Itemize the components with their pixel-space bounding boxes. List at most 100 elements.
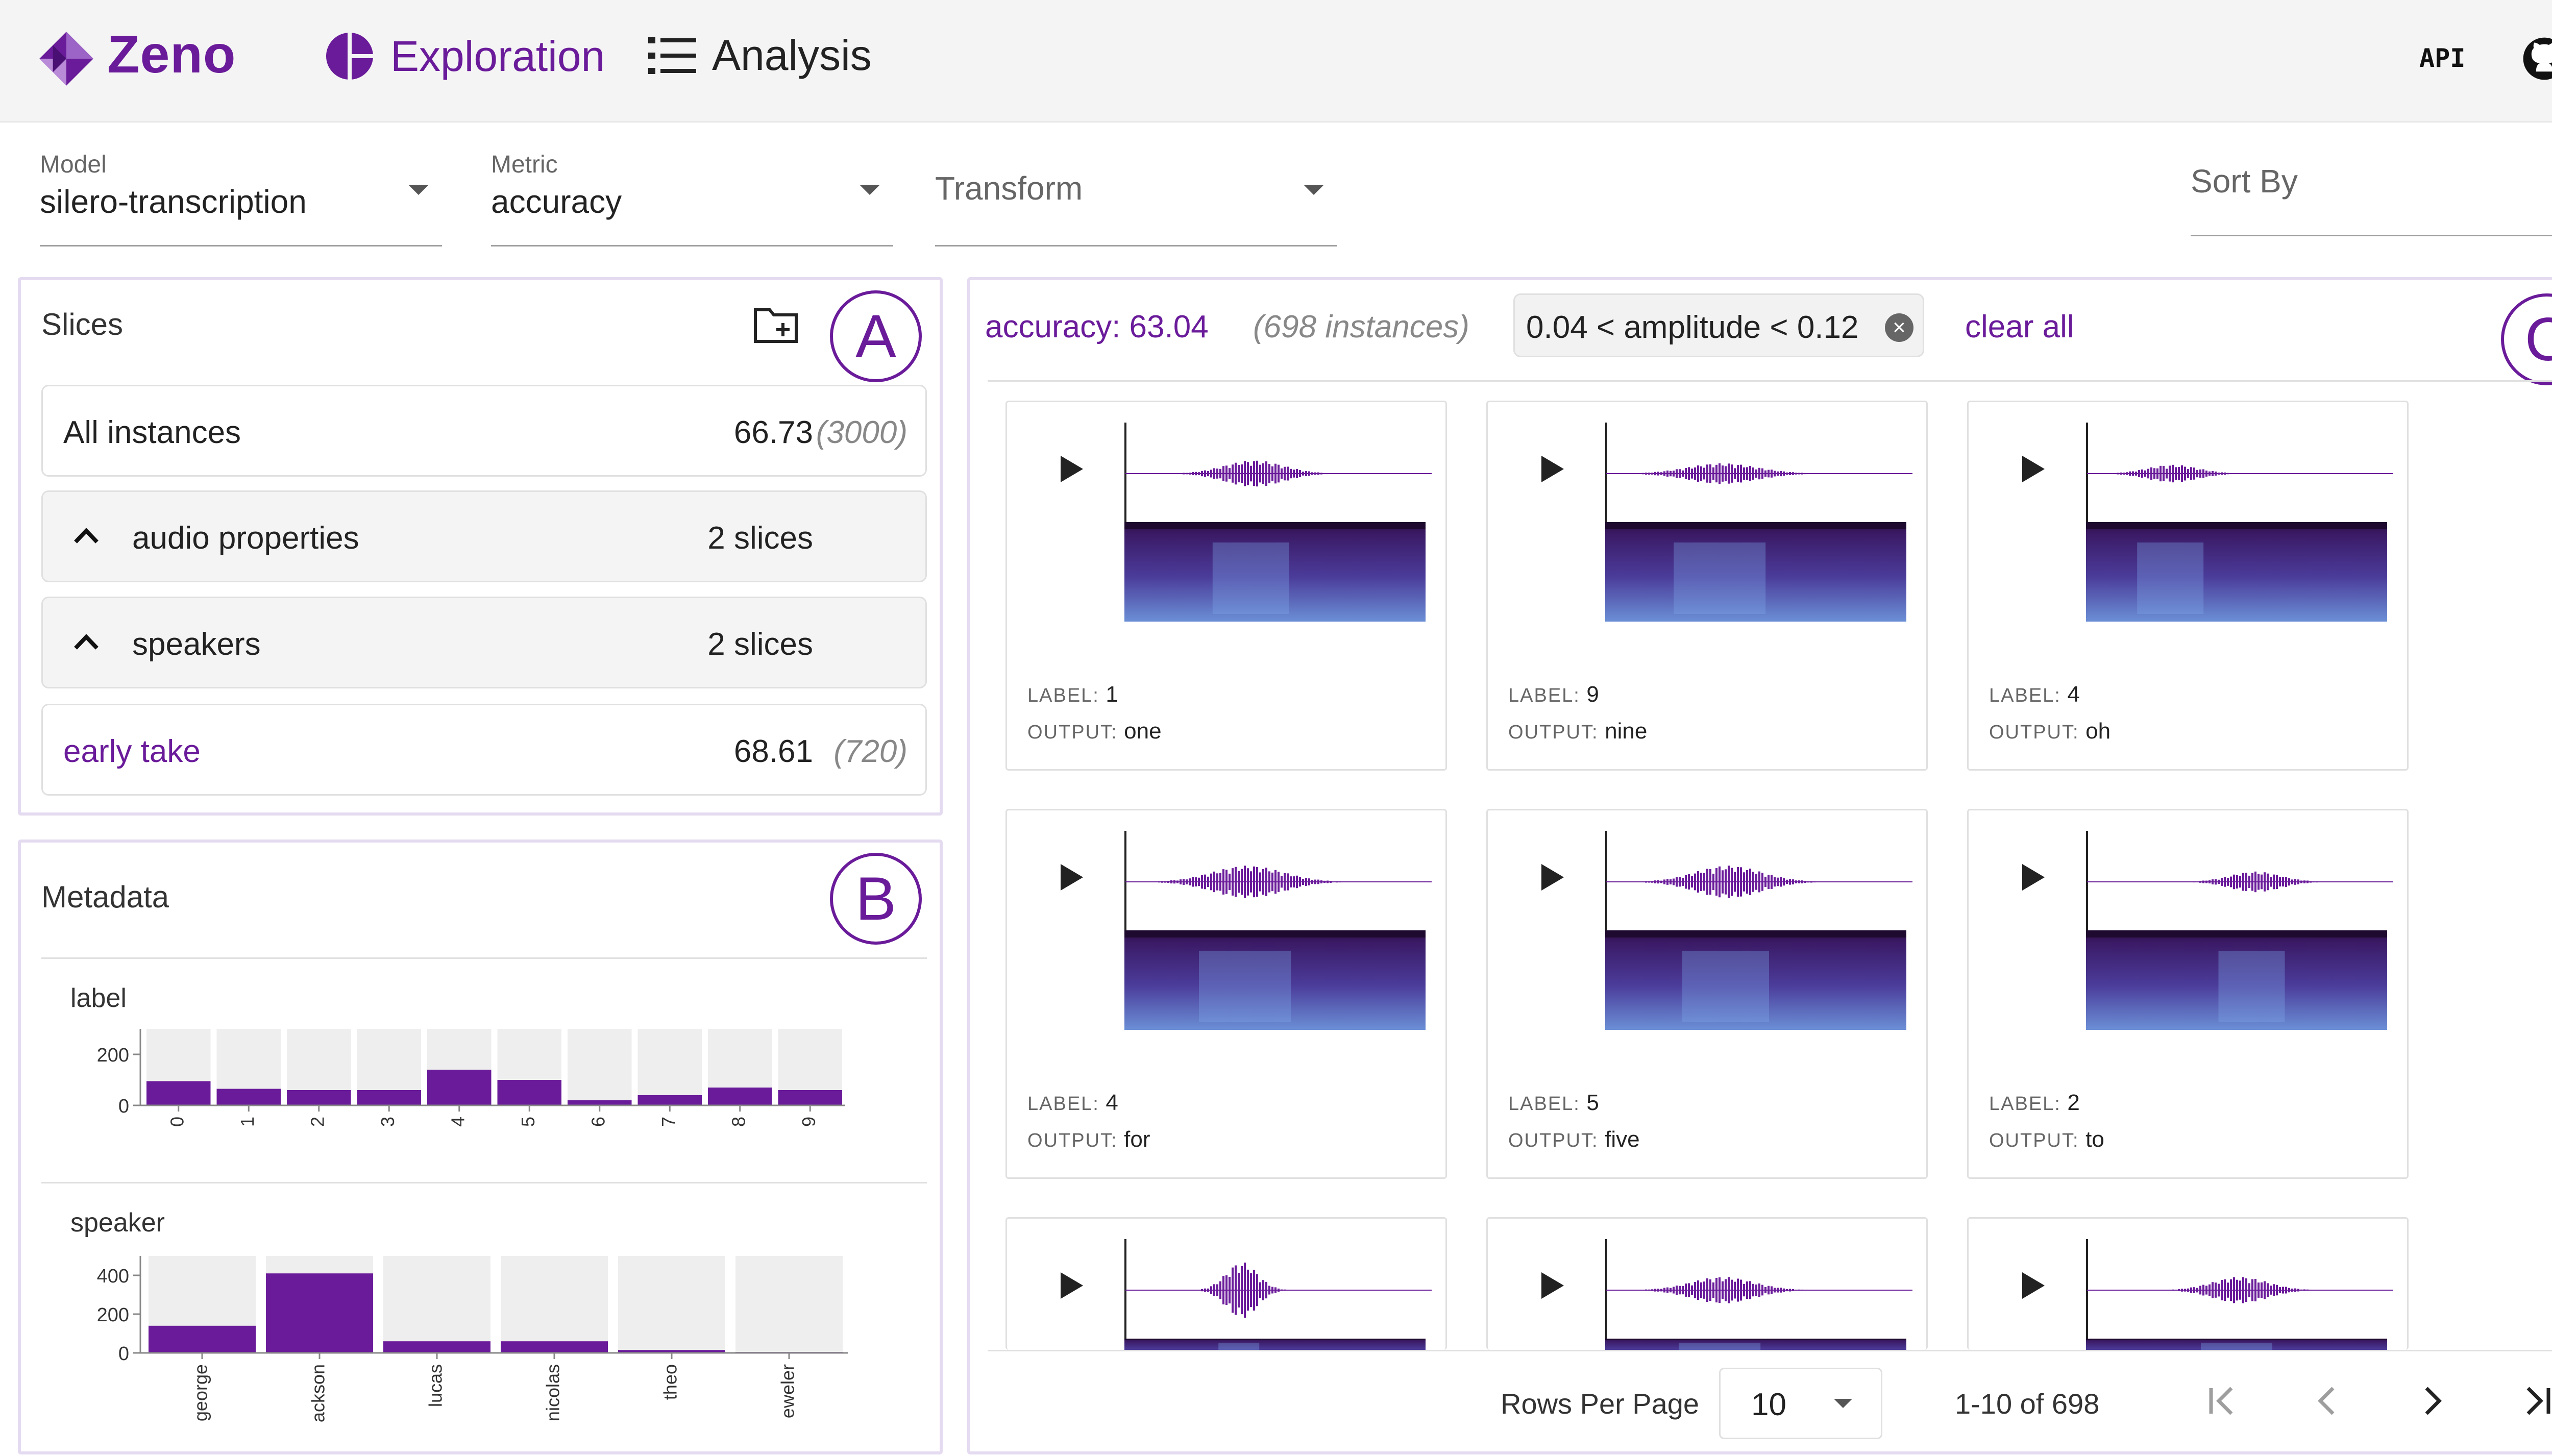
- bar-filtered[interactable]: [216, 1089, 281, 1106]
- bar-filtered[interactable]: [708, 1088, 772, 1105]
- last-page-icon[interactable]: [2514, 1378, 2552, 1424]
- bar-filtered[interactable]: [383, 1341, 490, 1353]
- x-tick-label: 8: [728, 1117, 749, 1127]
- chevron-down-icon: [1304, 185, 1324, 195]
- play-icon[interactable]: [1061, 1272, 1083, 1299]
- waveform: [1606, 866, 1912, 898]
- close-icon[interactable]: ×: [1885, 313, 1913, 342]
- bar-total[interactable]: [501, 1256, 608, 1353]
- instance-card[interactable]: LABEL: 5 OUTPUT: five: [1486, 809, 1928, 1179]
- bar-filtered[interactable]: [497, 1080, 562, 1105]
- bar-filtered[interactable]: [778, 1090, 843, 1105]
- x-tick-label: theo: [660, 1364, 681, 1400]
- bar-filtered[interactable]: [146, 1081, 211, 1106]
- card-output-row: OUTPUT: nine: [1508, 719, 1647, 744]
- bar-filtered[interactable]: [637, 1095, 702, 1105]
- model-caption: Model: [40, 151, 107, 178]
- github-icon[interactable]: [2521, 36, 2552, 82]
- play-icon[interactable]: [1061, 864, 1083, 891]
- waveform: [1125, 866, 1432, 898]
- spectrogram: [1124, 1339, 1426, 1350]
- bar-total[interactable]: [735, 1256, 843, 1353]
- play-icon[interactable]: [1541, 864, 1564, 891]
- instance-card[interactable]: [1486, 1217, 1928, 1350]
- x-tick-label: 7: [658, 1117, 679, 1127]
- label-key: LABEL:: [1508, 1093, 1587, 1115]
- metric-select[interactable]: Metric accuracy: [491, 122, 893, 246]
- card-label-row: LABEL: 1: [1027, 682, 1118, 707]
- speaker-bar-chart[interactable]: 400 200 0 george ackson lucas nicolas theo ewele…: [52, 1248, 868, 1452]
- nav-exploration[interactable]: Exploration: [324, 31, 605, 82]
- instance-card[interactable]: LABEL: 4 OUTPUT: oh: [1967, 401, 2409, 771]
- bar-total[interactable]: [637, 1029, 702, 1105]
- bar-total[interactable]: [568, 1029, 632, 1105]
- bar-total[interactable]: [618, 1256, 725, 1353]
- slice-name: All instances: [63, 415, 241, 450]
- instance-card[interactable]: LABEL: 9 OUTPUT: nine: [1486, 401, 1928, 771]
- clear-all-link[interactable]: clear all: [1965, 309, 2074, 345]
- spectrogram: [2086, 522, 2387, 622]
- new-folder-icon[interactable]: [753, 305, 799, 346]
- bar-filtered[interactable]: [149, 1325, 256, 1353]
- filter-chip[interactable]: 0.04 < amplitude < 0.12 ×: [1513, 293, 1924, 357]
- chevron-down-icon: [860, 185, 880, 195]
- metadata-panel: Metadata B label 200 0 0 1 2 3 4 5 6 7 8 9 speaker …: [18, 840, 943, 1454]
- card-output-row: OUTPUT: for: [1027, 1127, 1150, 1152]
- bar-filtered[interactable]: [427, 1070, 492, 1105]
- waveform: [2087, 1277, 2393, 1303]
- bar-filtered[interactable]: [501, 1341, 608, 1353]
- play-icon[interactable]: [1541, 1272, 1564, 1299]
- spectrogram: [1605, 1339, 1906, 1350]
- previous-page-icon[interactable]: [2304, 1378, 2350, 1424]
- next-page-icon[interactable]: [2409, 1378, 2455, 1424]
- spectrogram: [1124, 930, 1426, 1030]
- bar-filtered[interactable]: [357, 1090, 422, 1105]
- x-tick-label: lucas: [425, 1364, 446, 1407]
- spectrogram: [2086, 930, 2387, 1030]
- instance-card[interactable]: [1005, 1217, 1447, 1350]
- slice-all-instances[interactable]: All instances 66.73 (3000): [41, 385, 927, 477]
- play-icon[interactable]: [1541, 456, 1564, 482]
- x-tick-label: 4: [447, 1117, 468, 1127]
- label-key: LABEL:: [1508, 685, 1587, 706]
- divider: [988, 380, 2552, 382]
- x-tick-label: 2: [307, 1117, 328, 1127]
- api-button[interactable]: API: [2419, 43, 2465, 73]
- y-tick-label: 200: [97, 1045, 129, 1066]
- instance-card[interactable]: LABEL: 2 OUTPUT: to: [1967, 809, 2409, 1179]
- x-tick-label: eweler: [777, 1364, 798, 1418]
- bar-total[interactable]: [383, 1256, 490, 1353]
- slices-title: Slices: [41, 307, 124, 341]
- rows-per-page-select[interactable]: 10: [1719, 1368, 1882, 1439]
- slice-group-speakers[interactable]: speakers 2 slices: [41, 597, 927, 688]
- x-tick-label: george: [190, 1364, 211, 1421]
- instance-card[interactable]: [1967, 1217, 2409, 1350]
- play-icon[interactable]: [2022, 1272, 2045, 1299]
- nav-analysis[interactable]: Analysis: [648, 31, 872, 80]
- bar-filtered[interactable]: [266, 1273, 373, 1353]
- x-tick-label: 9: [798, 1117, 819, 1127]
- play-icon[interactable]: [2022, 456, 2045, 482]
- model-select[interactable]: Model silero-transcription: [40, 122, 442, 246]
- rows-per-page-label: Rows Per Page: [1501, 1388, 1700, 1420]
- model-value: silero-transcription: [40, 183, 307, 220]
- chevron-down-icon: [408, 185, 429, 195]
- transform-select[interactable]: Transform: [935, 122, 1337, 246]
- play-icon[interactable]: [1061, 456, 1083, 482]
- slice-early-take[interactable]: early take 68.61 (720): [41, 704, 927, 796]
- bar-filtered[interactable]: [287, 1090, 351, 1105]
- instance-card[interactable]: LABEL: 4 OUTPUT: for: [1005, 809, 1447, 1179]
- label-key: LABEL:: [1027, 1093, 1106, 1115]
- slice-group-audio-properties[interactable]: audio properties 2 slices: [41, 490, 927, 582]
- instance-card[interactable]: LABEL: 1 OUTPUT: one: [1005, 401, 1447, 771]
- spectrogram: [1605, 522, 1906, 622]
- play-icon[interactable]: [2022, 864, 2045, 891]
- sort-by-select[interactable]: Sort By: [2191, 112, 2552, 236]
- panel-marker-b: B: [830, 853, 922, 945]
- label-value: 5: [1586, 1090, 1599, 1115]
- output-value: for: [1124, 1127, 1150, 1152]
- first-page-icon[interactable]: [2200, 1378, 2246, 1424]
- label-bar-chart[interactable]: 200 0 0 1 2 3 4 5 6 7 8 9: [52, 1024, 868, 1182]
- x-tick-label: ackson: [308, 1364, 329, 1422]
- label-chart-title: label: [70, 983, 127, 1013]
